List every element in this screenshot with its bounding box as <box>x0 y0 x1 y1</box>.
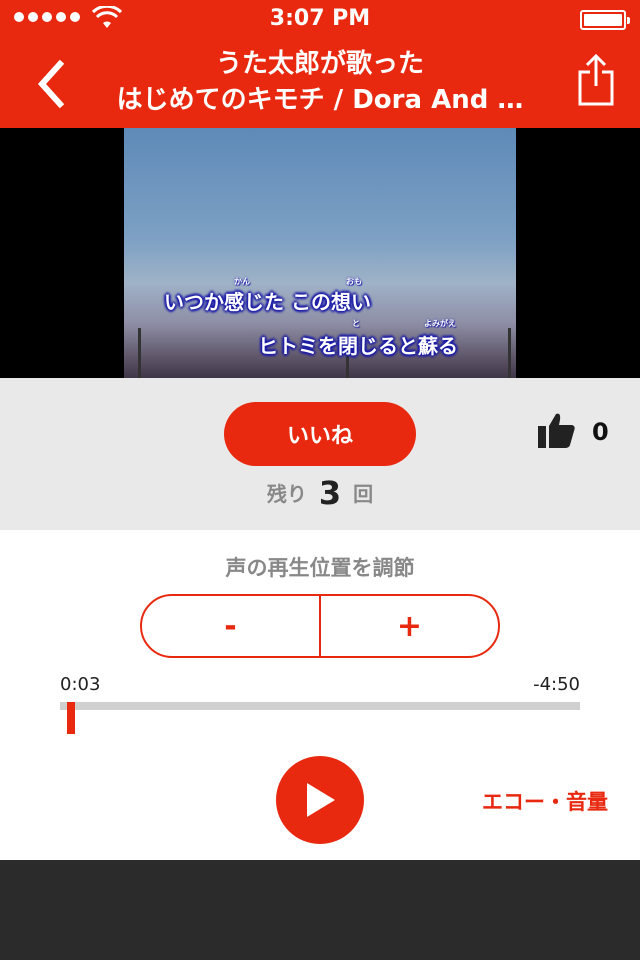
remaining-likes: 残り 3 回 <box>0 474 640 512</box>
app-header: 3:07 PM うた太郎が歌った はじめてのキモチ / Dora And … <box>0 0 640 128</box>
lyric-line-1: いつか感じた この想い <box>164 290 371 314</box>
street-lamp <box>138 328 141 378</box>
voice-position-label: 声の再生位置を調節 <box>225 556 415 580</box>
status-bar: 3:07 PM <box>0 0 640 40</box>
remaining-prefix: 残り <box>266 482 307 506</box>
current-time: 0:03 <box>60 674 101 695</box>
video-frame: かん おも いつか感じた この想い と よみがえ ヒトミを閉じると蘇る <box>124 128 516 378</box>
bottom-bar <box>0 860 640 960</box>
ruby-to: と <box>352 319 360 328</box>
voice-position-minus-button[interactable]: - <box>142 596 321 656</box>
play-icon <box>307 783 335 817</box>
remaining-count: 3 <box>318 474 342 512</box>
back-chevron-icon[interactable] <box>32 58 72 110</box>
battery-icon <box>580 10 630 30</box>
lyric-line-2: ヒトミを閉じると蘇る <box>258 334 458 358</box>
street-lamp <box>508 328 511 378</box>
karaoke-video[interactable]: かん おも いつか感じた この想い と よみがえ ヒトミを閉じると蘇る <box>0 128 640 378</box>
playback-panel: 声の再生位置を調節 - + 0:03 -4:50 エコー・音量 <box>0 530 640 860</box>
status-time: 3:07 PM <box>269 6 371 31</box>
voice-position-control: - + <box>140 594 500 658</box>
like-section: いいね 残り 3 回 0 <box>0 378 640 530</box>
title-line-1: うた太郎が歌った <box>215 49 424 79</box>
thumbs-up-icon <box>538 413 575 448</box>
ruby-yomigaeru: よみがえ <box>424 319 456 328</box>
street-lamp <box>346 356 349 378</box>
remaining-suffix: 回 <box>353 482 374 506</box>
page-title: うた太郎が歌った はじめてのキモチ / Dora And … <box>90 46 550 118</box>
voice-position-plus-button[interactable]: + <box>321 596 498 656</box>
like-button[interactable]: いいね <box>224 402 416 466</box>
remaining-time: -4:50 <box>533 674 580 695</box>
echo-volume-button[interactable]: エコー・音量 <box>482 786 608 816</box>
play-button[interactable] <box>276 756 364 844</box>
like-count: 0 <box>592 418 609 446</box>
title-line-2: はじめてのキモチ / Dora And … <box>116 85 524 115</box>
share-icon[interactable] <box>576 52 616 108</box>
seek-knob[interactable] <box>67 702 76 734</box>
seek-track[interactable] <box>60 702 580 710</box>
